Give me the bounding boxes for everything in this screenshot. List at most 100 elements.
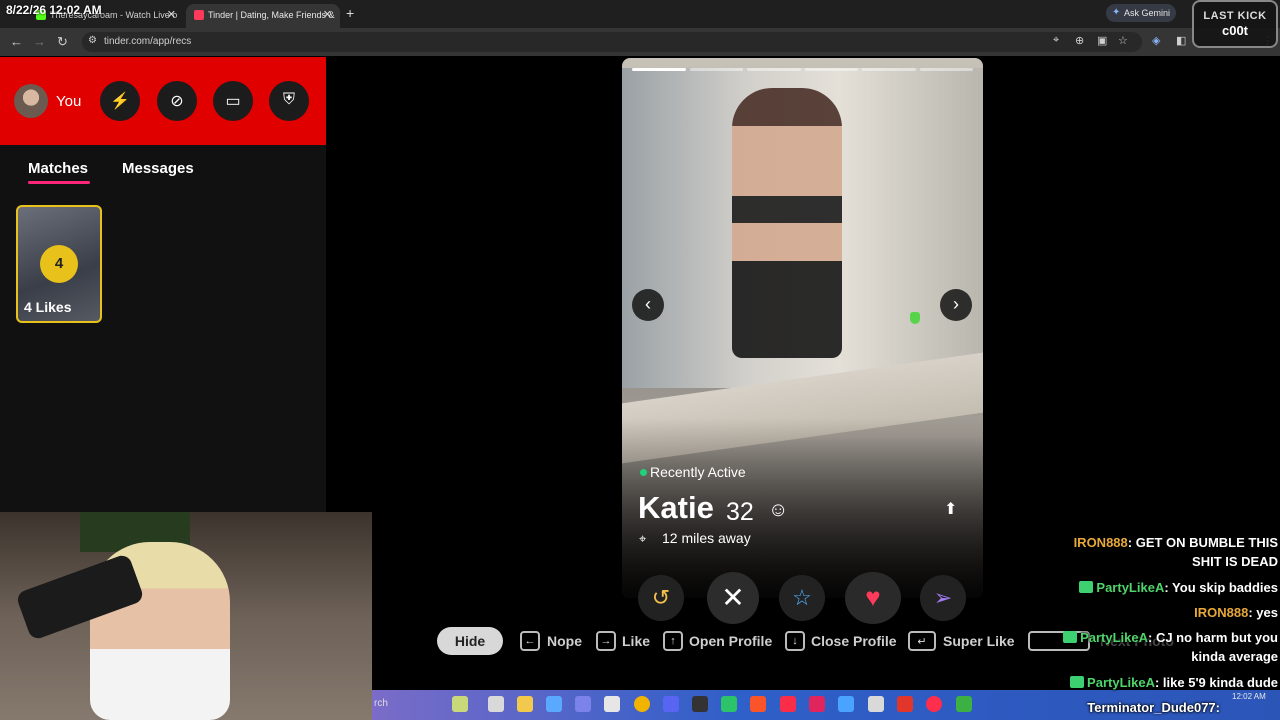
chat-message: PartyLikeA: CJ no harm but you: [1063, 630, 1278, 645]
active-status-dot: [640, 469, 647, 476]
chat-username: PartyLikeA: [1087, 675, 1155, 690]
shortcut-label-close-profile: Close Profile: [811, 633, 897, 649]
work-button[interactable]: ▭: [213, 81, 253, 121]
photo-progress-segment[interactable]: [689, 68, 743, 71]
app-icon[interactable]: [721, 696, 737, 712]
explore-button[interactable]: ⊘: [157, 81, 197, 121]
chat-username: IRON888: [1194, 605, 1249, 620]
taskbar-clock: 12:02 AM: [1232, 692, 1266, 701]
hide-shortcuts-button[interactable]: Hide: [437, 627, 503, 655]
chrome-icon[interactable]: [634, 696, 650, 712]
chat-message: PartyLikeA: You skip baddies: [1079, 580, 1278, 595]
chat-username: PartyLikeA: [1096, 580, 1165, 595]
streamer-webcam: [0, 512, 372, 720]
chat-sep: :: [1147, 630, 1156, 645]
reload-icon[interactable]: ↻: [57, 34, 68, 50]
opera-icon[interactable]: [926, 696, 942, 712]
app-red2-icon[interactable]: [897, 696, 913, 712]
chat-text: kinda average: [1191, 649, 1278, 664]
stream-timestamp: 8/22/26 12:02 AM: [6, 3, 102, 17]
photo-progress-segment[interactable]: [862, 68, 916, 71]
app-red-icon[interactable]: [809, 696, 825, 712]
teams-icon[interactable]: [575, 696, 591, 712]
browser-tab-title: Tinder | Dating, Make Friends &: [208, 10, 335, 20]
new-tab-icon[interactable]: +: [346, 5, 354, 21]
subscriber-badge-icon: [1063, 631, 1078, 643]
superlike-button[interactable]: ☆: [779, 575, 825, 621]
copilot-icon[interactable]: [546, 696, 562, 712]
obs-icon[interactable]: [692, 696, 708, 712]
close-tab-icon[interactable]: ✕: [167, 8, 176, 21]
taskbar-search[interactable]: rch: [374, 698, 388, 709]
shortcut-key-left: ←: [520, 631, 540, 651]
extension-icon[interactable]: ◈: [1152, 34, 1160, 47]
chat-message-continued: kinda average: [1191, 649, 1278, 664]
url-field[interactable]: ⚙ tinder.com/app/recs: [82, 32, 1142, 52]
chat-message: PartyLikeA: like 5'9 kinda dude: [1070, 675, 1278, 690]
send-boost-button[interactable]: ➢: [920, 575, 966, 621]
bookmark-star-icon[interactable]: ☆: [1118, 34, 1128, 47]
likes-you-card[interactable]: 4 4 Likes: [16, 205, 102, 323]
music-icon[interactable]: [780, 696, 796, 712]
extensions-puzzle-icon[interactable]: ◧: [1176, 34, 1186, 47]
tinder-favicon-icon: [194, 10, 204, 20]
activity-status: Recently Active: [650, 464, 746, 480]
chat-sep: :: [1164, 580, 1173, 595]
store-icon[interactable]: [604, 696, 620, 712]
shortcut-label-open-profile: Open Profile: [689, 633, 773, 649]
shortcut-label-like: Like: [622, 633, 651, 649]
task-view-icon[interactable]: [488, 696, 504, 712]
likes-count-badge: 4: [40, 245, 78, 283]
open-profile-arrow-icon[interactable]: ⬆: [944, 499, 957, 519]
photo-progress-segment[interactable]: [747, 68, 801, 71]
shortcut-label-nope: Nope: [547, 633, 582, 649]
taskbar-widget-icon[interactable]: [452, 696, 468, 712]
zoom-icon[interactable]: ⊕: [1075, 34, 1084, 47]
avatar[interactable]: [14, 84, 48, 118]
browser-address-bar: ← → ↻ ⚙ tinder.com/app/recs ⌖ ⊕ ▣ ☆ ◈ ◧ …: [0, 28, 1280, 56]
photo-progress-segment[interactable]: [632, 68, 686, 71]
star-icon: ☆: [792, 585, 812, 610]
site-info-icon[interactable]: ⚙: [88, 35, 97, 46]
close-tab-icon[interactable]: ✕: [323, 8, 332, 21]
next-photo-button[interactable]: ›: [940, 289, 972, 321]
chat-text: like 5'9 kinda dude: [1162, 675, 1278, 690]
chat-text: GET ON BUMBLE THIS: [1135, 535, 1278, 550]
safety-button[interactable]: ⛨: [269, 81, 309, 121]
shield-icon: ⛨: [282, 91, 295, 108]
chat-text: SHIT IS DEAD: [1192, 554, 1278, 569]
browser-tab-tinder[interactable]: Tinder | Dating, Make Friends & ✕: [186, 4, 340, 28]
profile-photo-subject: [732, 88, 842, 358]
chat-username: Terminator_Dude077: [1087, 700, 1216, 715]
discord-icon[interactable]: [663, 696, 679, 712]
boost-button[interactable]: ⚡: [100, 81, 140, 121]
nope-button[interactable]: ✕: [707, 572, 759, 624]
photo-progress-segment[interactable]: [919, 68, 973, 71]
xbox-icon[interactable]: [956, 696, 972, 712]
last-kick-title: LAST KICK: [1203, 10, 1267, 22]
url-text: tinder.com/app/recs: [104, 36, 192, 47]
tab-messages[interactable]: Messages: [122, 160, 194, 177]
rewind-button[interactable]: ↺: [638, 575, 684, 621]
forward-arrow-icon[interactable]: →: [33, 34, 46, 49]
file-explorer-icon[interactable]: [517, 696, 533, 712]
chat-username: PartyLikeA: [1080, 630, 1148, 645]
heart-icon: ♥: [865, 582, 881, 612]
profile-label[interactable]: You: [56, 93, 81, 110]
previous-photo-button[interactable]: ‹: [632, 289, 664, 321]
location-icon[interactable]: ⌖: [1053, 34, 1059, 47]
profile-card[interactable]: ‹ › Recently Active Katie 32 ☺ ⌖ 12 mile…: [622, 58, 983, 598]
photo-progress-segment[interactable]: [804, 68, 858, 71]
tab-matches[interactable]: Matches: [28, 160, 88, 177]
install-app-icon[interactable]: ▣: [1097, 34, 1107, 47]
chat-text: CJ no harm but you: [1155, 630, 1278, 645]
like-button[interactable]: ♥: [845, 572, 901, 624]
sidebar-header: You ⚡ ⊘ ▭ ⛨: [0, 57, 326, 145]
ask-gemini-button[interactable]: ✦ Ask Gemini: [1106, 4, 1176, 22]
back-arrow-icon[interactable]: ←: [10, 34, 23, 49]
help-icon[interactable]: [838, 696, 854, 712]
chat-sep: :: [1215, 700, 1220, 715]
brave-icon[interactable]: [750, 696, 766, 712]
app-gray-icon[interactable]: [868, 696, 884, 712]
shortcut-key-right: →: [596, 631, 616, 651]
